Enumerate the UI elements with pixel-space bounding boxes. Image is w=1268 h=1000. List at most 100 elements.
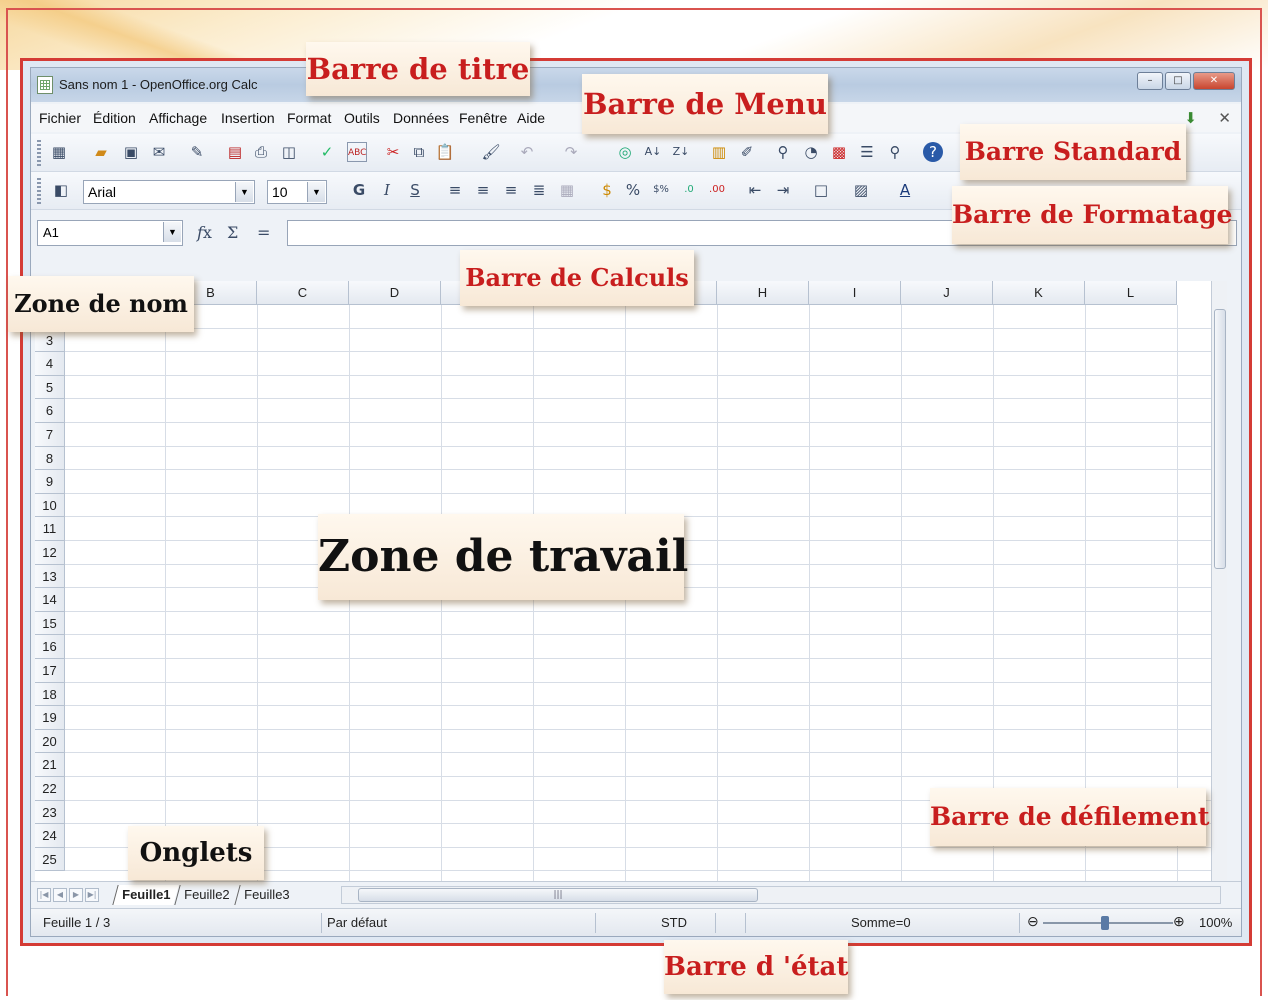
borders-icon[interactable]: □ (811, 180, 831, 200)
column-header-j[interactable]: J (901, 281, 993, 305)
column-header-d[interactable]: D (349, 281, 441, 305)
sort-descending-icon[interactable]: Z↓ (671, 142, 691, 162)
vertical-scrollbar[interactable] (1211, 281, 1227, 881)
justify-icon[interactable]: ≣ (529, 180, 549, 200)
row-header-9[interactable]: 9 (35, 470, 65, 494)
zoom-out-icon[interactable]: ⊖ (1027, 913, 1039, 930)
row-header-3[interactable]: 3 (35, 328, 65, 353)
horizontal-scrollbar[interactable]: ||| (341, 886, 1221, 904)
column-header-c[interactable]: C (257, 281, 349, 305)
menu-fenetre[interactable]: Fenêtre (459, 110, 507, 126)
name-box-dropdown-arrow[interactable]: ▼ (163, 222, 181, 242)
help-icon[interactable]: ? (923, 142, 943, 162)
font-size-select[interactable]: 10 ▼ (267, 180, 327, 204)
underline-button[interactable]: S (405, 180, 425, 200)
zoom-slider-handle[interactable] (1101, 916, 1109, 930)
autospell-icon[interactable]: ABC (347, 142, 367, 162)
row-header-18[interactable]: 18 (35, 682, 65, 707)
italic-button[interactable]: I (377, 180, 397, 200)
row-header-11[interactable]: 11 (35, 517, 65, 541)
decrease-indent-icon[interactable]: ⇤ (745, 180, 765, 200)
menu-fichier[interactable]: Fichier (39, 110, 81, 126)
zoom-icon[interactable]: ⚲ (885, 142, 905, 162)
open-folder-icon[interactable]: ▰ (91, 142, 111, 162)
close-button[interactable]: ✕ (1193, 72, 1235, 90)
toolbar-grip-2[interactable] (37, 178, 41, 204)
find-replace-icon[interactable]: ⚲ (773, 142, 793, 162)
sheet-tab-feuille2[interactable]: Feuille2 (174, 885, 239, 905)
bold-button[interactable]: G (349, 180, 369, 200)
name-box[interactable]: A1 ▼ (37, 220, 183, 246)
toolbar-grip[interactable] (37, 140, 41, 166)
gallery-icon[interactable]: ▩ (829, 142, 849, 162)
row-header-10[interactable]: 10 (35, 493, 65, 518)
sheet-tab-feuille3[interactable]: Feuille3 (234, 885, 299, 905)
undo-icon[interactable]: ↶ (517, 142, 537, 162)
redo-icon[interactable]: ↷ (561, 142, 581, 162)
prev-sheet-button[interactable]: ◀ (53, 888, 67, 902)
vertical-scroll-thumb[interactable] (1214, 309, 1226, 569)
menu-affichage[interactable]: Affichage (149, 110, 207, 126)
merge-cells-icon[interactable]: ▦ (557, 180, 577, 200)
percent-icon[interactable]: % (623, 180, 643, 200)
menu-format[interactable]: Format (287, 110, 331, 126)
hyperlink-icon[interactable]: ◎ (615, 142, 635, 162)
status-page-style[interactable]: Par défaut (327, 915, 387, 930)
email-icon[interactable]: ✉ (149, 142, 169, 162)
column-header-i[interactable]: I (809, 281, 901, 305)
equals-icon[interactable]: = (257, 223, 270, 242)
sort-ascending-icon[interactable]: A↓ (643, 142, 663, 162)
row-header-12[interactable]: 12 (35, 541, 65, 565)
increase-indent-icon[interactable]: ⇥ (773, 180, 793, 200)
row-header-8[interactable]: 8 (35, 446, 65, 471)
row-header-24[interactable]: 24 (35, 824, 65, 848)
row-header-15[interactable]: 15 (35, 611, 65, 636)
horizontal-scroll-thumb[interactable]: ||| (358, 888, 758, 902)
background-color-icon[interactable]: ▨ (851, 180, 871, 200)
minimize-button[interactable]: – (1137, 72, 1163, 90)
function-wizard-icon[interactable]: 𝑓x (197, 223, 212, 242)
row-header-6[interactable]: 6 (35, 399, 65, 423)
first-sheet-button[interactable]: |◀ (37, 888, 51, 902)
sum-icon[interactable]: Σ (227, 223, 238, 242)
sheet-tab-feuille1[interactable]: Feuille1 (112, 885, 180, 905)
size-dropdown-arrow[interactable]: ▼ (307, 182, 325, 202)
currency-icon[interactable]: $ (597, 180, 617, 200)
menu-insertion[interactable]: Insertion (221, 110, 275, 126)
delete-decimal-icon[interactable]: .00 (707, 180, 727, 200)
styles-icon[interactable]: ◧ (51, 180, 71, 200)
draw-functions-icon[interactable]: ✐ (737, 142, 757, 162)
zoom-in-icon[interactable]: ⊕ (1173, 913, 1185, 930)
next-sheet-button[interactable]: ▶ (69, 888, 83, 902)
row-header-16[interactable]: 16 (35, 635, 65, 659)
font-dropdown-arrow[interactable]: ▼ (235, 182, 253, 202)
row-header-23[interactable]: 23 (35, 800, 65, 825)
navigator-icon[interactable]: ◔ (801, 142, 821, 162)
copy-icon[interactable]: ⧉ (409, 142, 429, 162)
zoom-level[interactable]: 100% (1199, 915, 1232, 930)
row-header-22[interactable]: 22 (35, 777, 65, 801)
data-sources-icon[interactable]: ☰ (857, 142, 877, 162)
align-left-icon[interactable]: ≡ (445, 180, 465, 200)
edit-file-icon[interactable]: ✎ (187, 142, 207, 162)
last-sheet-button[interactable]: ▶| (85, 888, 99, 902)
column-header-h[interactable]: H (717, 281, 809, 305)
new-document-icon[interactable]: ▦ (49, 142, 69, 162)
font-name-select[interactable]: Arial ▼ (83, 180, 255, 204)
print-preview-icon[interactable]: ◫ (279, 142, 299, 162)
row-header-7[interactable]: 7 (35, 423, 65, 447)
standard-format-icon[interactable]: $% (651, 180, 671, 200)
align-right-icon[interactable]: ≡ (501, 180, 521, 200)
menu-donnees[interactable]: Données (393, 110, 449, 126)
row-header-17[interactable]: 17 (35, 659, 65, 683)
spellcheck-icon[interactable]: ✓ (317, 142, 337, 162)
maximize-button[interactable]: □ (1165, 72, 1191, 90)
save-icon[interactable]: ▣ (121, 142, 141, 162)
font-color-icon[interactable]: A (895, 180, 915, 200)
row-header-21[interactable]: 21 (35, 753, 65, 777)
row-header-20[interactable]: 20 (35, 729, 65, 754)
menu-edition[interactable]: Édition (93, 110, 136, 126)
clone-format-icon[interactable]: 🖌 (481, 142, 501, 162)
cut-icon[interactable]: ✂ (383, 142, 403, 162)
row-header-5[interactable]: 5 (35, 375, 65, 400)
